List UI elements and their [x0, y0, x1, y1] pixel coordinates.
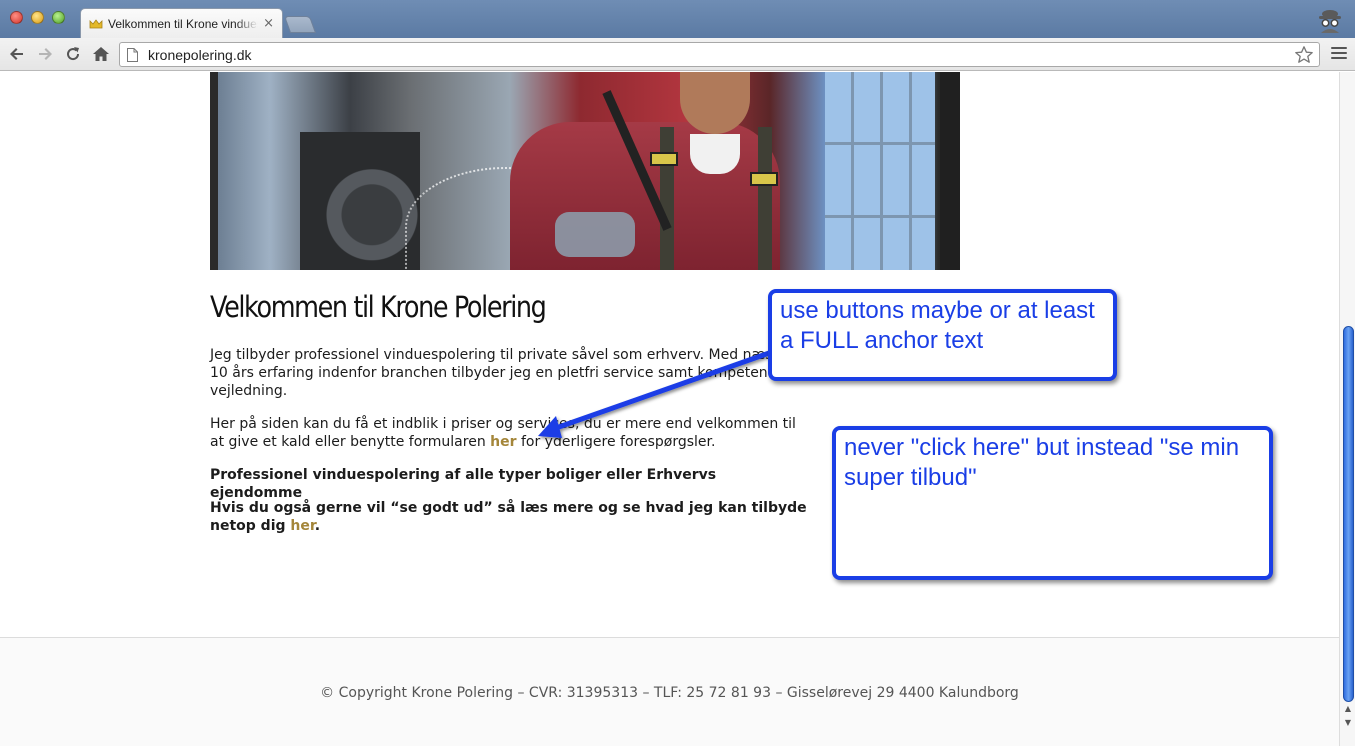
annotation-note-click-here: never "click here" but instead "se min s… — [832, 426, 1273, 580]
intro-paragraph: Jeg tilbyder professionel vinduespolerin… — [210, 347, 796, 399]
reload-icon — [67, 47, 80, 61]
window-titlebar: Velkommen til Krone vinduespolering × — [0, 0, 1355, 38]
vertical-scrollbar[interactable]: ▲ ▼ — [1339, 72, 1355, 746]
incognito-icon — [1319, 10, 1341, 33]
offer-text-after: . — [314, 518, 321, 534]
page-icon — [127, 48, 138, 62]
star-icon[interactable] — [1294, 45, 1314, 65]
services-heading: Professionel vinduespolering af alle typ… — [210, 467, 717, 501]
page-footer: © Copyright Krone Polering – CVR: 313953… — [0, 637, 1339, 746]
home-button[interactable] — [90, 43, 112, 65]
browser-toolbar: kronepolering.dk — [0, 38, 1355, 71]
crown-icon — [89, 18, 103, 28]
scrollbar-thumb[interactable] — [1343, 326, 1354, 702]
home-icon — [93, 47, 109, 61]
page-viewport: Velkommen til Krone Polering Jeg tilbyde… — [0, 72, 1339, 746]
new-tab-button[interactable] — [283, 16, 317, 33]
contact-form-link[interactable]: her — [490, 434, 516, 450]
contact-text-after: for yderligere forespørgsler. — [516, 434, 716, 450]
minimize-window-button[interactable] — [31, 11, 44, 24]
tab-title: Velkommen til Krone vinduespolering — [108, 16, 258, 31]
offer-paragraph: Hvis du også gerne vil “se godt ud” så l… — [210, 499, 810, 535]
reload-button[interactable] — [62, 43, 84, 65]
url-text: kronepolering.dk — [148, 47, 252, 63]
scroll-up-icon[interactable]: ▲ — [1343, 704, 1353, 714]
scroll-down-icon[interactable]: ▼ — [1343, 718, 1353, 728]
address-bar[interactable]: kronepolering.dk — [119, 42, 1320, 67]
back-button[interactable] — [6, 43, 28, 65]
menu-icon[interactable] — [1331, 47, 1347, 61]
forward-button[interactable] — [34, 43, 56, 65]
annotation-note-anchor-text: use buttons maybe or at least a FULL anc… — [768, 289, 1117, 381]
close-tab-icon[interactable]: × — [263, 17, 274, 30]
forward-arrow-icon — [39, 48, 52, 60]
zoom-window-button[interactable] — [52, 11, 65, 24]
offer-link[interactable]: her — [290, 518, 314, 534]
footer-copyright: © Copyright Krone Polering – CVR: 313953… — [320, 685, 1019, 701]
contact-paragraph: Her på siden kan du få et indblik i pris… — [210, 415, 810, 451]
browser-tab-active[interactable]: Velkommen til Krone vinduespolering × — [80, 8, 283, 38]
page-title: Velkommen til Krone Polering — [210, 290, 547, 324]
hero-image-window-cleaner — [210, 72, 960, 270]
close-window-button[interactable] — [10, 11, 23, 24]
back-arrow-icon — [10, 48, 23, 60]
